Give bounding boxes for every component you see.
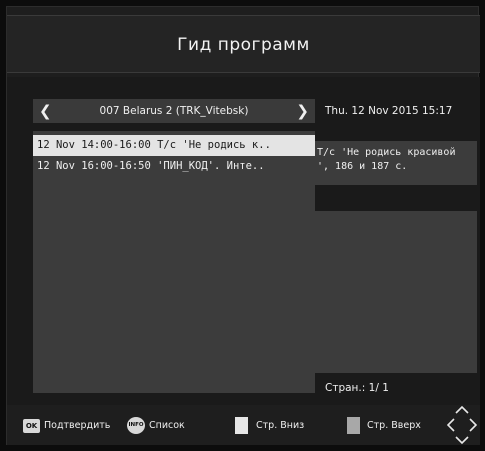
program-list: 12 Nov 14:00-16:00 Т/с 'Не родись к.. 12… (33, 131, 315, 393)
page-up-label: Стр. Вверх (367, 420, 421, 431)
program-description: Т/с 'Не родись красивой ', 186 и 187 с. (315, 141, 477, 185)
page-value: 1/ 1 (368, 382, 389, 394)
current-datetime: Thu. 12 Nov 2015 15:17 (325, 105, 453, 117)
program-row-selected[interactable]: 12 Nov 14:00-16:00 Т/с 'Не родись к.. (33, 135, 315, 156)
page-down-label: Стр. Вниз (256, 420, 305, 431)
epg-screen: Гид программ ❮ 007 Belarus 2 (TRK_Vitebs… (6, 6, 480, 445)
channel-selector[interactable]: ❮ 007 Belarus 2 (TRK_Vitebsk) ❯ (33, 99, 315, 123)
footer-bar: OK Подтвердить INFO Список Стр. Вниз Стр… (7, 405, 480, 445)
page-title: Гид программ (177, 35, 310, 55)
video-preview (315, 211, 477, 373)
main-area: ❮ 007 Belarus 2 (TRK_Vitebsk) ❯ Thu. 12 … (7, 77, 480, 405)
page-indicator: Стран.: 1/ 1 (325, 379, 475, 397)
channel-name: 007 Belarus 2 (TRK_Vitebsk) (99, 105, 249, 117)
info-key-icon[interactable]: INFO (127, 417, 145, 434)
gray-key-icon[interactable] (347, 417, 360, 434)
page-label: Стран.: (325, 382, 366, 394)
title-bar: Гид программ (7, 15, 480, 73)
white-key-icon[interactable] (235, 417, 248, 434)
program-row[interactable]: 12 Nov 16:00-16:50 'ПИН_КОД'. Инте.. (33, 156, 315, 177)
chevron-right-icon[interactable]: ❯ (296, 99, 309, 123)
confirm-label: Подтвердить (44, 420, 111, 431)
up-down-left-right-arrows-icon[interactable] (447, 405, 477, 445)
list-label: Список (149, 420, 185, 431)
ok-key-icon[interactable]: OK (23, 419, 40, 433)
